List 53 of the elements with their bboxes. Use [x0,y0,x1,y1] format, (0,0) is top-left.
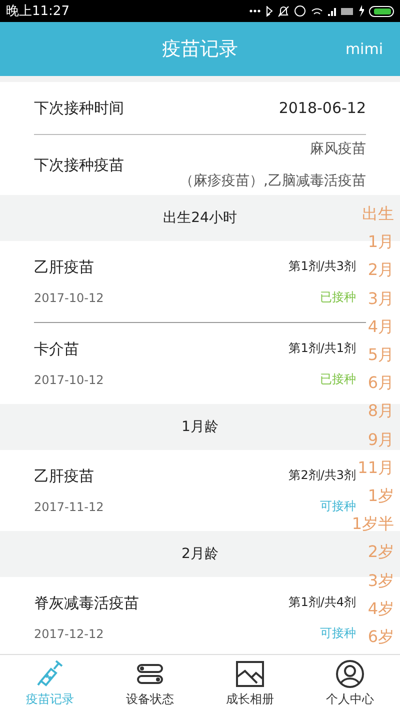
age-index-item[interactable]: 2月 [368,256,394,285]
vaccine-name: 卡介苗 [34,340,80,359]
charging-icon [358,5,364,17]
vaccine-date: 2017-10-12 [34,291,104,305]
nav-tab[interactable]: 个人中心 [300,655,400,711]
battery-icon [369,6,394,16]
vaccine-name: 麻风疫苗 [310,140,366,158]
user-icon [335,658,365,688]
vaccine-name: 乙肝疫苗 [34,467,95,486]
section-title: 出生24小时 [163,209,237,227]
vaccine-status: 已接种 [320,370,356,388]
dose-count: 第1剂/共3剂 [288,258,356,274]
nav-tab[interactable]: 设备状态 [100,655,200,711]
syringe-icon [35,658,65,688]
age-index-item[interactable]: 3月 [368,284,394,313]
section-title: 1月龄 [182,418,218,436]
age-index-item[interactable]: 出生 [362,200,394,228]
age-index-item[interactable]: 4月 [368,312,394,342]
dose-count: 第1剂/共4剂 [288,594,356,610]
age-index-item[interactable]: 5月 [368,341,394,370]
more-icon [249,9,261,13]
age-index-item[interactable]: 2岁 [368,538,394,567]
nav-tab[interactable]: 成长相册 [200,655,300,711]
vaccine-name: 脊灰减毒活疫苗 [34,594,139,613]
label: 下次接种时间 [34,98,124,118]
label: 下次接种疫苗 [34,156,124,174]
wifi-icon [311,8,323,14]
age-index-item[interactable]: 4岁 [368,594,394,624]
nav-tab[interactable]: 疫苗记录 [0,655,100,711]
user-name[interactable]: mimi [345,40,383,58]
age-index-item[interactable]: 8月 [368,397,394,426]
vaccine-name: （麻疹疫苗）,乙脑减毒活疫苗 [180,172,366,190]
age-index-item[interactable]: 3岁 [368,566,394,595]
vaccine-status: 可接种 [320,624,356,642]
vaccine-date: 2017-10-12 [34,373,104,387]
vaccine-status: 已接种 [320,288,356,306]
page-title: 疫苗记录 [162,37,238,62]
status-time: 晚上11:27 [6,3,70,20]
dose-count: 第1剂/共1剂 [288,340,356,356]
age-index-item[interactable]: 9月 [368,426,394,454]
age-index-item[interactable]: 1岁 [368,482,394,510]
next-date: 2018-06-12 [278,99,366,117]
dose-count: 第2剂/共3剂 [288,466,356,484]
age-index-item[interactable]: 6月 [368,369,394,398]
vaccine-date: 2017-11-12 [34,500,104,514]
bell-off-icon [278,5,289,17]
age-index-item[interactable]: 1月 [368,228,394,256]
vaccine-date: 2017-12-12 [34,627,105,641]
age-index-item[interactable]: 11月 [358,454,394,482]
image-icon [235,658,265,688]
section-title: 2月龄 [182,545,218,563]
age-index-item[interactable]: 6岁 [368,623,394,652]
vaccine-name: 乙肝疫苗 [34,258,95,277]
